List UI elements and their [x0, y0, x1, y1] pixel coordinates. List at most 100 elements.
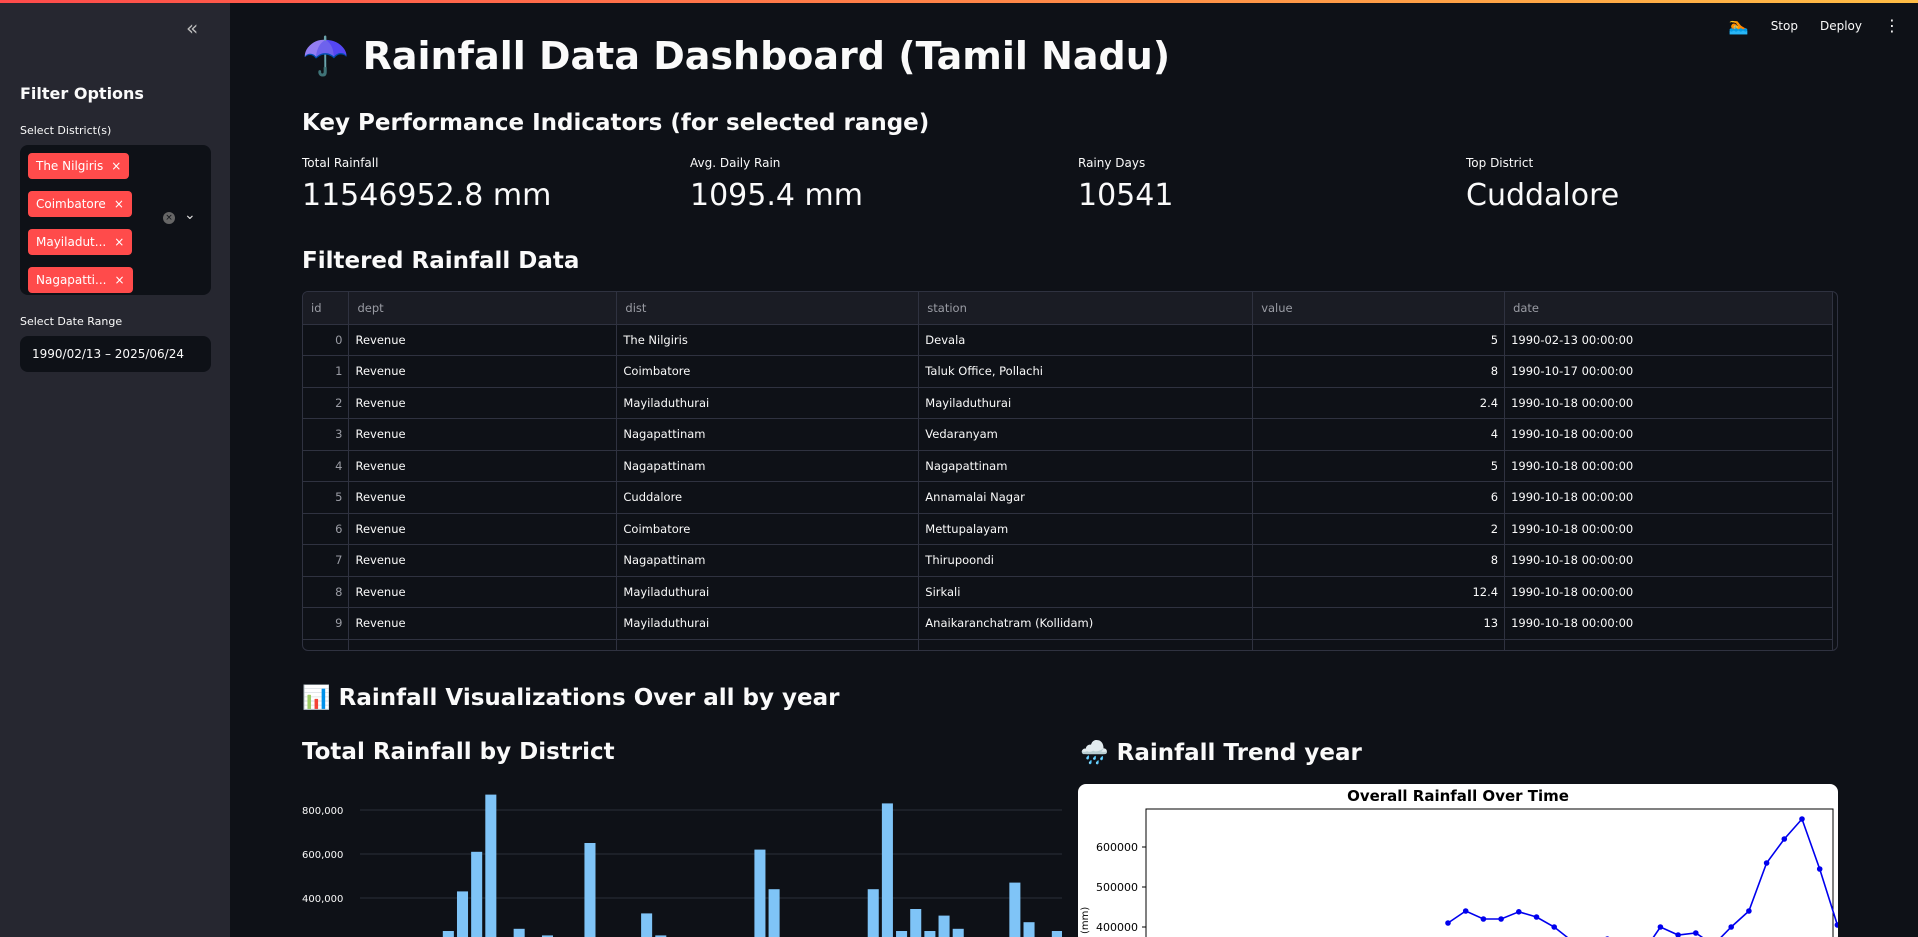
metric-value: Cuddalore [1466, 178, 1620, 213]
umbrella-icon: ☂️ [302, 34, 350, 78]
trend-heading: 🌧️ Rainfall Trend year [1080, 740, 1362, 766]
metric-value: 10541 [1078, 178, 1174, 213]
top-status-bar [0, 0, 1918, 3]
table-cell-station: Taluk Office, Pollachi [918, 355, 1254, 388]
table-cell-date: 1990-10-18 00:00:00 [1504, 544, 1833, 577]
table-row[interactable]: 5 Revenue Cuddalore Annamalai Nagar 6 1990-10… [303, 481, 1833, 514]
table-cell-value: 5 [1252, 450, 1506, 482]
table-body: 0 Revenue The Nilgiris Devala 5 1990-02-13 00… [303, 324, 1833, 650]
metric-top-district: Top District Cuddalore [1466, 156, 1846, 213]
data-table[interactable]: id dept dist station value date 0 Revenue The N… [302, 291, 1838, 651]
running-icon: 🏊 [1728, 16, 1749, 35]
table-cell-id: 1 [303, 355, 350, 388]
table-cell-value: 8 [1252, 355, 1506, 388]
table-row[interactable]: 3 Revenue Nagapattinam Vedaranyam 4 1990-10-1… [303, 418, 1833, 451]
district-chip[interactable]: Mayiladut... × [28, 229, 133, 255]
bar [471, 851, 483, 937]
table-cell-dist: Mayiladuthurai [616, 576, 920, 608]
metric-value: 11546952.8 mm [302, 178, 552, 213]
rainfall-trend-chart[interactable]: Overall Rainfall Over Time 600000 500000 40… [1078, 784, 1838, 937]
table-row[interactable]: 2 Revenue Mayiladuthurai Mayiladuthurai 2.4 1… [303, 387, 1833, 419]
bar [910, 909, 922, 937]
table-cell [1252, 639, 1506, 650]
table-row[interactable]: 1 Revenue Coimbatore Taluk Office, Pollachi… [303, 355, 1833, 388]
table-cell-dept: Revenue [348, 324, 618, 356]
data-point [1781, 836, 1788, 842]
table-cell-date: 1990-02-13 00:00:00 [1504, 324, 1833, 356]
column-header-dist[interactable]: dist [616, 292, 920, 325]
table-cell-station: Devala [918, 324, 1254, 356]
kpi-heading: Key Performance Indicators (for selected… [302, 110, 930, 136]
column-header-station[interactable]: station [918, 292, 1254, 325]
table-cell [348, 639, 618, 650]
table-cell-id: 2 [303, 387, 350, 419]
table-header-row: id dept dist station value date [303, 292, 1833, 325]
table-cell-id: 9 [303, 607, 350, 640]
metric-label: Top District [1466, 156, 1534, 170]
table-cell-date: 1990-10-18 00:00:00 [1504, 481, 1833, 514]
table-cell-value: 2.4 [1252, 387, 1506, 419]
table-cell-value: 12.4 [1252, 576, 1506, 608]
y-tick-label: 600000 [1096, 841, 1138, 854]
clear-icon[interactable]: × [163, 212, 175, 224]
table-row[interactable]: 0 Revenue The Nilgiris Devala 5 1990-02-13 00… [303, 324, 1833, 356]
column-header-value[interactable]: value [1252, 292, 1506, 325]
district-chip[interactable]: Nagapatti... × [28, 267, 133, 293]
remove-chip-icon[interactable]: × [114, 273, 124, 287]
collapse-sidebar-icon[interactable]: « [186, 16, 198, 40]
main-menu-icon[interactable]: ⋮ [1884, 16, 1900, 35]
table-cell-value: 8 [1252, 544, 1506, 577]
table-cell-station: Sirkali [918, 576, 1254, 608]
table-cell-dept: Revenue [348, 355, 618, 388]
deploy-button[interactable]: Deploy [1820, 19, 1862, 33]
table-cell-dept: Revenue [348, 544, 618, 577]
bar [881, 803, 893, 937]
table-cell-dist: The Nilgiris [616, 324, 920, 356]
table-cell-dist: Nagapattinam [616, 418, 920, 451]
bar [1009, 882, 1021, 937]
table-cell-dist: Nagapattinam [616, 450, 920, 482]
table-row[interactable]: 6 Revenue Coimbatore Mettupalayam 2 1990-10-1… [303, 513, 1833, 545]
table-cell [918, 639, 1254, 650]
table-cell-id: 0 [303, 324, 350, 356]
viz-heading: 📊 Rainfall Visualizations Over all by ye… [302, 685, 840, 711]
district-chip[interactable]: The Nilgiris × [28, 153, 130, 179]
y-tick-label: 800,000 [302, 806, 343, 817]
district-multiselect[interactable]: The Nilgiris × Coimbatore × Mayiladut... × Nag… [20, 145, 211, 295]
y-tick-label: 500000 [1096, 881, 1138, 894]
table-cell [616, 639, 920, 650]
remove-chip-icon[interactable]: × [111, 159, 121, 173]
table-heading: Filtered Rainfall Data [302, 248, 580, 274]
district-bar-chart[interactable]: 800,000 600,000 400,000 [302, 785, 1062, 937]
bar [485, 794, 497, 937]
table-cell-dept: Revenue [348, 607, 618, 640]
table-row[interactable]: 9 Revenue Mayiladuthurai Anaikaranchatram (… [303, 607, 1833, 640]
table-cell-date: 1990-10-18 00:00:00 [1504, 450, 1833, 482]
chip-label: Nagapatti... [36, 273, 107, 287]
table-cell-date: 1990-10-17 00:00:00 [1504, 355, 1833, 388]
table-cell-dist: Coimbatore [616, 513, 920, 545]
table-cell-station: Nagapattinam [918, 450, 1254, 482]
chevron-down-icon[interactable]: ⌄ [184, 207, 196, 223]
table-cell-dept: Revenue [348, 387, 618, 419]
table-cell-id: 5 [303, 481, 350, 514]
district-chip[interactable]: Coimbatore × [28, 191, 132, 217]
bar [768, 889, 780, 937]
table-cell-dist: Coimbatore [616, 355, 920, 388]
column-header-dept[interactable]: dept [348, 292, 618, 325]
column-header-date[interactable]: date [1504, 292, 1833, 325]
date-range-input[interactable]: 1990/02/13 – 2025/06/24 [20, 336, 211, 372]
table-row[interactable]: 4 Revenue Nagapattinam Nagapattinam 5 1990-10… [303, 450, 1833, 482]
table-row[interactable]: 7 Revenue Nagapattinam Thirupoondi 8 1990-10-… [303, 544, 1833, 577]
table-cell-date: 1990-10-18 00:00:00 [1504, 513, 1833, 545]
table-cell-id: 3 [303, 418, 350, 451]
table-cell-id: 8 [303, 576, 350, 608]
column-header-id[interactable]: id [303, 292, 350, 325]
table-row-partial [303, 639, 1833, 650]
table-row[interactable]: 8 Revenue Mayiladuthurai Sirkali 12.4 1990-10… [303, 576, 1833, 608]
stop-button[interactable]: Stop [1771, 19, 1798, 33]
remove-chip-icon[interactable]: × [114, 197, 124, 211]
remove-chip-icon[interactable]: × [114, 235, 124, 249]
sidebar-title: Filter Options [20, 84, 144, 103]
bar [952, 928, 964, 937]
